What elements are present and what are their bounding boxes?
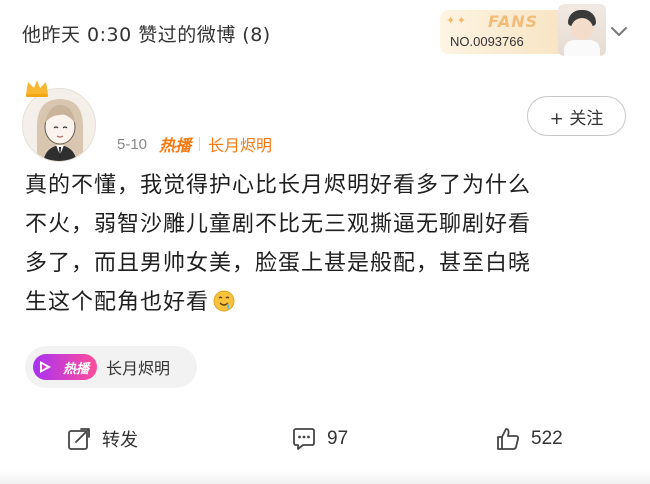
chip-hot-badge: 热播 [33,354,97,380]
follow-label: + 关注 [549,108,604,129]
author-avatar[interactable] [22,78,98,162]
topic-chip[interactable]: 热播 长月烬明 [25,346,197,388]
bottom-divider [0,470,650,484]
liked-posts-header: 他昨天 0:30 赞过的微博 (8) ✦ ✦ FANS NO.0093766 [0,0,650,62]
post-date: 5-10 [117,135,148,153]
follow-button[interactable]: + 关注 [527,96,626,136]
avatar-image [22,88,96,162]
like-button[interactable]: 522 [495,426,563,452]
post-body: 真的不懂，我觉得护心比长月烬明好看多了为什么 不火，弱智沙雕儿童剧不比无三观撕逼… [25,166,625,322]
comment-button[interactable]: 97 [291,426,348,452]
meta-topic-link[interactable]: 长月烬明 [208,132,272,156]
play-icon [40,361,51,373]
chip-hot-label: 热播 [62,361,89,377]
comment-count: 97 [327,428,349,449]
chevron-down-icon[interactable] [608,20,630,42]
thumbs-up-icon [497,428,519,450]
comment-icon [293,428,315,450]
repost-icon [68,428,90,450]
page-title: 他昨天 0:30 赞过的微博 (8) [22,24,271,46]
post-meta: 5-10 热播 长月烬明 [117,132,272,156]
fans-number: NO.0093766 [450,34,524,49]
chip-topic-label: 长月烬明 [106,359,171,378]
fans-card: ✦ ✦ FANS NO.0093766 [440,10,575,54]
post-line: 多了，而且男帅女美，脸蛋上甚是般配，甚至白晓 [25,251,532,276]
hot-tag[interactable]: 热播 [159,132,191,156]
action-bar: 转发 97 522 [0,418,650,462]
repost-label: 转发 [102,430,138,451]
drooling-face-emoji-icon [213,290,235,312]
fans-badge[interactable]: ✦ ✦ FANS NO.0093766 [440,4,606,56]
post-line: 真的不懂，我觉得护心比长月烬明好看多了为什么 [25,173,532,198]
repost-button[interactable]: 转发 [66,426,138,452]
post-line-last: 生这个配角也好看 [25,283,625,322]
crown-icon [26,80,48,97]
post-line: 不火，弱智沙雕儿童剧不比无三观撕逼无聊剧好看 [25,212,532,237]
post-line: 生这个配角也好看 [25,290,210,315]
fans-avatar [558,4,606,56]
sparkle-icon: ✦ ✦ [446,14,466,27]
fans-word: FANS [488,12,539,31]
like-count: 522 [531,428,563,449]
meta-divider [199,137,201,151]
